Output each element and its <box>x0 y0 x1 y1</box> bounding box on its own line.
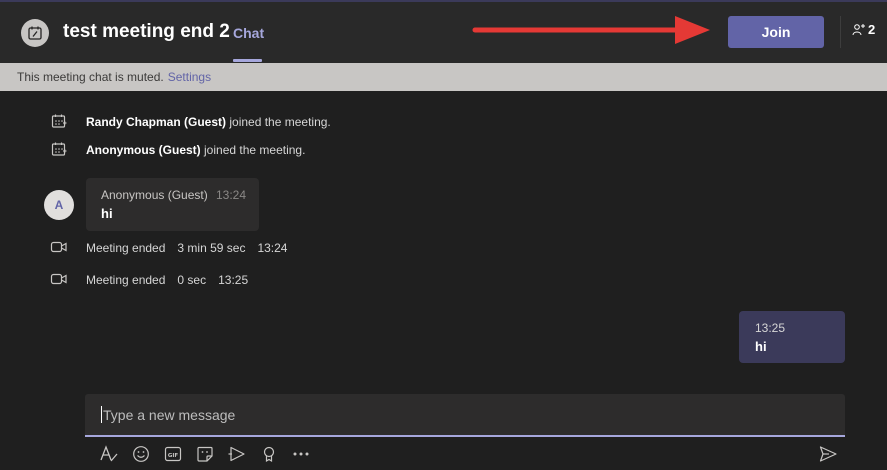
meeting-title: test meeting end 2 <box>63 21 230 42</box>
calendar-event-icon <box>51 114 67 128</box>
more-options-icon[interactable] <box>291 444 311 464</box>
video-camera-icon <box>50 241 67 253</box>
avatar[interactable]: A <box>44 190 74 220</box>
meeting-ended-row-2: Meeting ended 0 sec 13:25 <box>86 273 260 287</box>
message-time: 13:24 <box>216 188 247 202</box>
message-author: Anonymous (Guest) <box>101 188 208 202</box>
message-text: hi <box>101 206 113 221</box>
my-message-bubble: 13:25 hi <box>739 311 845 363</box>
event-participant-name: Randy Chapman (Guest) <box>86 115 227 129</box>
meeting-ended-label: Meeting ended <box>86 241 166 255</box>
event-text: joined the meeting. <box>229 115 331 129</box>
meeting-calendar-icon <box>21 19 49 47</box>
join-event-2: Anonymous (Guest) joined the meeting. <box>86 143 305 157</box>
event-participant-name: Anonymous (Guest) <box>86 143 201 157</box>
muted-banner: This meeting chat is muted. Settings <box>0 63 887 91</box>
compose-box[interactable]: Type a new message <box>85 394 845 437</box>
settings-link[interactable]: Settings <box>168 70 211 84</box>
text-caret <box>101 406 102 423</box>
header-divider <box>840 16 841 48</box>
meeting-ended-label: Meeting ended <box>86 273 166 287</box>
message-bubble: Anonymous (Guest) 13:24 hi <box>86 178 259 231</box>
muted-banner-text: This meeting chat is muted. <box>17 70 164 84</box>
participants-button[interactable]: 2 <box>852 22 875 37</box>
meeting-duration: 3 min 59 sec <box>177 241 246 255</box>
svg-text:GIF: GIF <box>168 453 179 459</box>
format-icon[interactable] <box>99 444 119 464</box>
meet-now-icon[interactable] <box>227 444 247 464</box>
chat-header: test meeting end 2 Chat Join 2 <box>0 2 887 63</box>
calendar-event-icon <box>51 142 67 156</box>
my-message-text: hi <box>755 339 767 354</box>
join-button[interactable]: Join <box>728 16 824 48</box>
meeting-ended-time: 13:24 <box>257 241 288 255</box>
compose-placeholder: Type a new message <box>103 407 236 423</box>
video-camera-icon <box>50 273 67 285</box>
my-message-time: 13:25 <box>755 321 786 335</box>
send-icon[interactable] <box>818 444 838 464</box>
event-text: joined the meeting. <box>204 143 306 157</box>
join-event-1: Randy Chapman (Guest) joined the meeting… <box>86 115 331 129</box>
meeting-duration: 0 sec <box>177 273 207 287</box>
emoji-icon[interactable] <box>131 444 151 464</box>
tab-chat[interactable]: Chat <box>233 25 264 41</box>
meeting-ended-time: 13:25 <box>218 273 249 287</box>
meeting-ended-row-1: Meeting ended 3 min 59 sec 13:24 <box>86 241 299 255</box>
gif-icon[interactable]: GIF <box>163 444 183 464</box>
praise-icon[interactable] <box>259 444 279 464</box>
participant-count: 2 <box>868 22 876 37</box>
tab-chat-underline <box>233 59 262 62</box>
sticker-icon[interactable] <box>195 444 215 464</box>
red-arrow-annotation <box>472 16 710 44</box>
participants-icon <box>852 23 865 35</box>
